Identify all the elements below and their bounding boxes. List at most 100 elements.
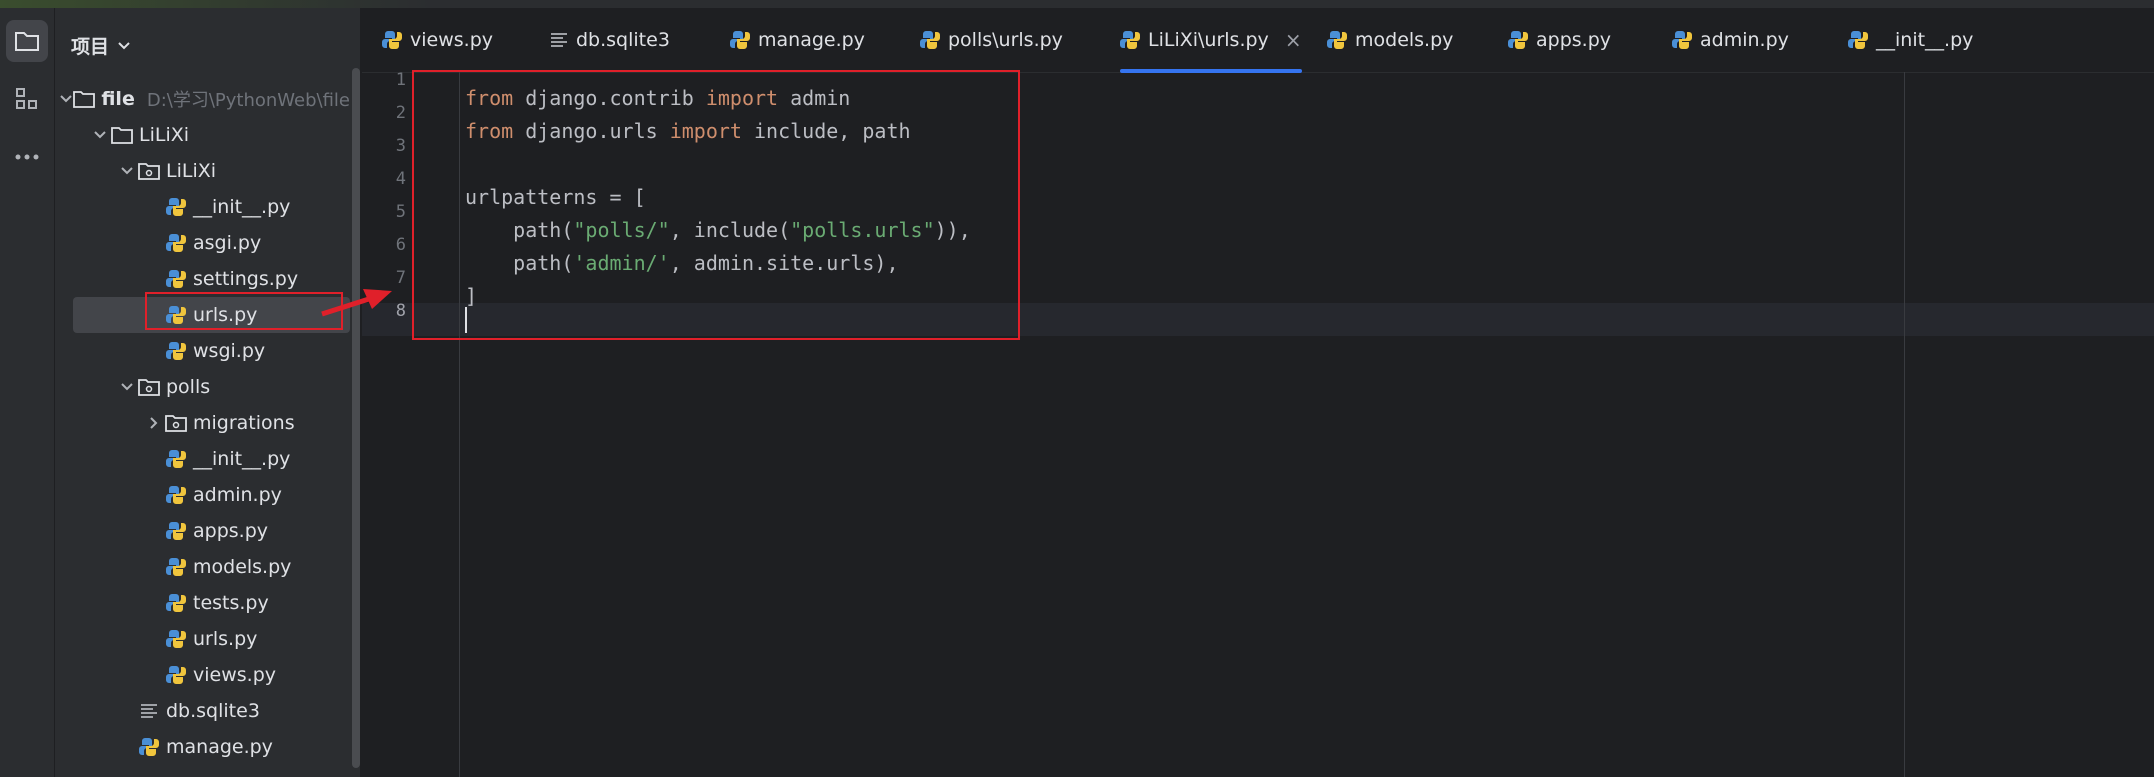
python-file-icon [1848,30,1868,50]
tree-item-label: __init__.py [193,196,291,218]
line-number: 1 [395,70,406,90]
tab-db-sqlite3[interactable]: db.sqlite3 [550,8,670,72]
file-highlight-box [145,292,343,330]
tree-item-label: views.py [193,664,276,686]
python-file-icon [165,232,187,254]
tree-item-file-init[interactable]: __init__.py [55,189,350,225]
tree-item-file-wsgi[interactable]: wsgi.py [55,333,350,369]
tree-item-file-db[interactable]: db.sqlite3 [55,693,350,729]
folder-icon [73,88,96,110]
tab-label: admin.py [1700,29,1789,51]
tab-label: polls\urls.py [948,29,1063,51]
tree-item-label: models.py [193,556,292,578]
python-file-icon [165,340,187,362]
tree-item-file-tests[interactable]: tests.py [55,585,350,621]
tree-item-label: LiLiXi [166,160,217,182]
tab-label: __init__.py [1876,29,1974,51]
package-icon [165,412,187,434]
line-number: 5 [395,202,406,222]
tree-item-file-apps[interactable]: apps.py [55,513,350,549]
python-file-icon [1327,30,1347,50]
tree-item-label: apps.py [193,520,269,542]
tab-apps[interactable]: apps.py [1508,8,1611,72]
python-file-icon [165,520,187,542]
line-number: 4 [395,169,406,189]
tree-item-file-init[interactable]: __init__.py [55,441,350,477]
tab-views[interactable]: views.py [382,8,493,72]
tree-item-label: manage.py [166,736,273,758]
project-view-button[interactable] [6,20,48,62]
project-title-label: 项目 [71,36,110,58]
folder-icon [111,124,133,146]
tree-item-file-manage[interactable]: manage.py [55,729,350,765]
chevron-down-icon[interactable] [89,130,111,140]
structure-view-button[interactable] [6,78,48,120]
chevron-down-icon[interactable] [116,166,138,176]
tab-manage[interactable]: manage.py [730,8,865,72]
tree-item-file-models[interactable]: models.py [55,549,350,585]
python-file-icon [165,628,187,650]
chevron-down-icon[interactable] [116,382,138,392]
project-panel: 项目 file D:\学习\PythonWeb\file LiLiXi LiLi… [55,8,350,777]
chevron-down-icon[interactable] [59,94,73,104]
tab-label: views.py [410,29,493,51]
chevron-down-icon [118,41,130,49]
tree-item-label: admin.py [193,484,282,506]
tree-item-label: file [101,88,135,110]
chevron-right-icon[interactable] [143,416,165,430]
tab-polls-urls[interactable]: polls\urls.py [920,8,1063,72]
python-file-icon [165,592,187,614]
tab-init[interactable]: __init__.py [1848,8,1973,72]
python-file-icon [1672,30,1692,50]
python-file-icon [1508,30,1528,50]
tab-bar: views.py db.sqlite3 manage.py polls\urls… [362,8,2154,73]
tab-label: LiLiXi\urls.py [1148,29,1269,51]
tab-admin[interactable]: admin.py [1672,8,1789,72]
close-icon[interactable]: × [1285,28,1302,52]
line-number: 2 [395,103,406,123]
tree-item-file[interactable]: file D:\学习\PythonWeb\file [55,81,350,117]
more-tools-button[interactable] [6,136,48,178]
python-file-icon [138,736,160,758]
tree-item-file-views[interactable]: views.py [55,657,350,693]
line-number: 6 [395,235,406,255]
tab-models[interactable]: models.py [1327,8,1453,72]
package-icon [138,160,160,182]
python-file-icon [165,664,187,686]
tree-item-file-asgi[interactable]: asgi.py [55,225,350,261]
text-file-icon [550,32,568,48]
tree-item-label: polls [166,376,211,398]
line-number: 3 [395,136,406,156]
line-number: 8 [395,301,406,321]
text-file-icon [138,700,160,722]
tree-item-file-urls[interactable]: urls.py [55,621,350,657]
tab-lilixi-urls[interactable]: LiLiXi\urls.py × [1120,8,1302,73]
tree-item-migrations[interactable]: migrations [55,405,350,441]
python-file-icon [165,448,187,470]
tree-item-polls[interactable]: polls [55,369,350,405]
package-icon [138,376,160,398]
project-scrollbar[interactable] [350,8,360,777]
project-path: D:\学习\PythonWeb\file [146,90,350,111]
tree-item-label: migrations [193,412,295,434]
tree-item-label: urls.py [193,628,258,650]
activity-bar [0,8,55,777]
python-file-icon [920,30,940,50]
tree-item-lilixi-package[interactable]: LiLiXi [55,153,350,189]
tree-item-label: __init__.py [193,448,291,470]
code-highlight-box [412,70,1020,340]
python-file-icon [165,484,187,506]
python-file-icon [165,268,187,290]
python-file-icon [1120,30,1140,50]
line-number: 7 [395,268,406,288]
tab-label: apps.py [1536,29,1612,51]
tree-item-label: asgi.py [193,232,262,254]
tree-item-file-admin[interactable]: admin.py [55,477,350,513]
python-file-icon [730,30,750,50]
tab-label: manage.py [758,29,865,51]
tree-item-lilixi-folder[interactable]: LiLiXi [55,117,350,153]
tree-item-label: tests.py [193,592,269,614]
tree-item-label: LiLiXi [139,124,190,146]
project-title[interactable]: 项目 [71,32,131,59]
more-dots-icon [15,154,39,160]
